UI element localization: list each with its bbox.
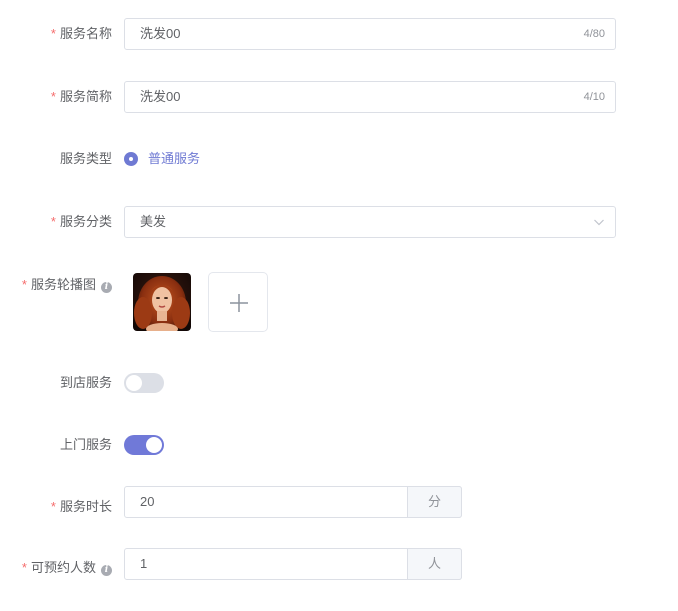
required-mark: * <box>50 89 56 104</box>
toggle-knob <box>126 375 142 391</box>
service-name-value: 洗发00 <box>140 26 181 41</box>
info-icon[interactable]: i <box>101 282 112 293</box>
carousel-upload-button[interactable] <box>208 272 268 332</box>
service-name-count: 4/80 <box>583 28 605 40</box>
portrait-image <box>133 273 191 331</box>
required-mark: * <box>50 26 56 41</box>
service-short-count: 4/10 <box>583 91 605 103</box>
label-in-store: 到店服务 <box>59 375 112 390</box>
radio-checked-indicator <box>124 152 138 166</box>
carousel-image-thumbnail[interactable] <box>133 273 191 331</box>
capacity-unit: 人 <box>407 548 462 580</box>
duration-unit: 分 <box>407 486 462 518</box>
in-store-toggle[interactable] <box>124 373 164 393</box>
label-carousel: * 服务轮播图 i <box>22 275 112 295</box>
required-mark: * <box>50 499 56 514</box>
required-mark: * <box>21 560 27 575</box>
info-icon[interactable]: i <box>101 565 112 576</box>
service-type-radio-normal[interactable]: 普通服务 <box>124 149 224 169</box>
label-service-name: * 服务名称 <box>50 26 112 41</box>
service-short-value: 洗发00 <box>140 89 181 104</box>
service-category-value: 美发 <box>140 214 167 229</box>
toggle-knob <box>146 437 162 453</box>
label-capacity: * 可预约人数 i <box>22 558 112 578</box>
required-mark: * <box>50 214 56 229</box>
duration-input[interactable]: 20 分 <box>124 486 462 518</box>
label-service-category: * 服务分类 <box>50 214 112 229</box>
label-service-type: 服务类型 <box>59 151 112 166</box>
service-category-select[interactable]: 美发 <box>124 206 616 238</box>
duration-value: 20 <box>140 494 155 509</box>
service-type-option-label: 普通服务 <box>148 151 201 166</box>
service-short-input[interactable]: 洗发00 4/10 <box>124 81 616 113</box>
label-service-short: * 服务简称 <box>50 89 112 104</box>
capacity-value: 1 <box>140 556 148 571</box>
service-name-input[interactable]: 洗发00 4/80 <box>124 18 616 50</box>
label-duration: * 服务时长 <box>50 499 112 514</box>
capacity-input[interactable]: 1 人 <box>124 548 462 580</box>
chevron-down-icon <box>594 219 604 226</box>
required-mark: * <box>21 277 27 292</box>
home-service-toggle[interactable] <box>124 435 164 455</box>
plus-icon <box>230 294 248 312</box>
label-home-service: 上门服务 <box>59 437 112 452</box>
